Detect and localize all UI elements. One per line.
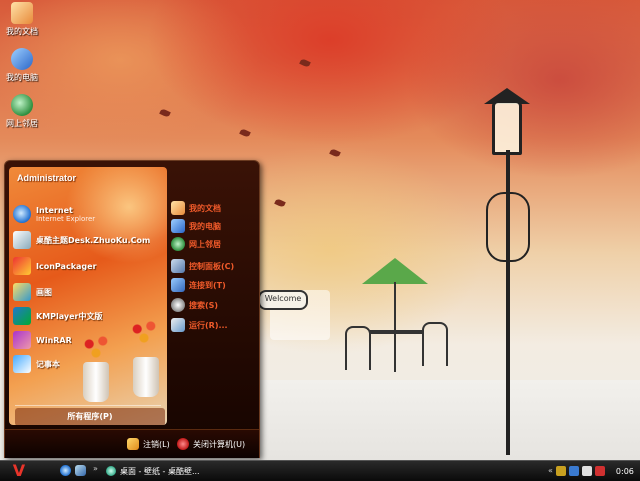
menu-item-label: KMPlayer中文版 — [36, 311, 103, 321]
wallpaper-lamp-head — [492, 100, 522, 155]
wallpaper-lamp-pole — [506, 150, 510, 455]
taskbar: V » 桌面 - 壁纸 - 桌酷壁... « 0:06 — [0, 460, 640, 481]
wallpaper-chair-left — [345, 326, 371, 370]
place-label: 我的电脑 — [189, 221, 221, 231]
menu-item-label: Internet — [36, 205, 73, 215]
place-search[interactable]: 搜索(S) — [171, 296, 255, 314]
start-menu: Administrator Internet Internet Explorer… — [4, 160, 260, 458]
system-tray: « 0:06 — [548, 463, 638, 479]
user-name: Administrator — [17, 173, 77, 183]
wallpaper-leaf — [329, 148, 341, 158]
notepad-icon — [13, 355, 31, 373]
menu-item-winrar[interactable]: WinRAR — [13, 329, 163, 351]
place-label: 我的文档 — [189, 203, 221, 213]
my-computer-icon — [171, 219, 185, 233]
tray-volume-icon[interactable] — [581, 466, 592, 476]
desktop-icon-my-computer[interactable]: 我的电脑 — [2, 48, 42, 83]
run-icon — [171, 318, 185, 332]
desktop-icon-label: 我的文档 — [6, 27, 38, 36]
menu-item-label: 记事本 — [36, 359, 60, 369]
wallpaper-leaf — [159, 108, 171, 118]
place-label: 连接到(T) — [189, 280, 226, 290]
menu-separator — [15, 405, 161, 406]
shut-down-button[interactable]: 关闭计算机(U) — [177, 436, 245, 452]
wallpaper-ground — [250, 380, 640, 460]
wallpaper-umbrella — [362, 258, 428, 284]
network-icon — [171, 237, 185, 251]
menu-item-paint[interactable]: 画图 — [13, 281, 163, 303]
tray-security-icon[interactable] — [594, 466, 605, 476]
place-network[interactable]: 网上邻居 — [171, 235, 255, 253]
connect-icon — [171, 278, 185, 292]
place-label: 控制面板(C) — [189, 261, 235, 271]
place-label: 运行(R)... — [189, 320, 228, 330]
taskbar-window-label: 桌面 - 壁纸 - 桌酷壁... — [120, 466, 200, 476]
start-menu-left-pane: Administrator Internet Internet Explorer… — [9, 167, 167, 425]
place-label: 搜索(S) — [189, 300, 219, 310]
shut-down-label: 关闭计算机(U) — [193, 439, 246, 449]
taskbar-window-button[interactable]: 桌面 - 壁纸 - 桌酷壁... — [106, 463, 216, 479]
place-control-panel[interactable]: 控制面板(C) — [171, 257, 255, 275]
tray-network-icon[interactable] — [568, 466, 579, 476]
iconpackager-icon — [13, 257, 31, 275]
theme-icon — [13, 231, 31, 249]
menu-item-internet[interactable]: Internet Internet Explorer — [13, 203, 163, 225]
menu-item-label: WinRAR — [36, 335, 72, 345]
menu-item-iconpackager[interactable]: IconPackager — [13, 255, 163, 277]
desktop-icon-label: 我的电脑 — [6, 73, 38, 82]
wallpaper-leaf — [239, 128, 251, 138]
tray-app-icon[interactable] — [555, 466, 566, 476]
menu-item-zhuoku-theme[interactable]: 桌酷主题Desk.ZhuoKu.Com — [13, 229, 163, 251]
desktop-icon-my-documents[interactable]: 我的文档 — [2, 2, 42, 37]
power-icon — [177, 438, 189, 450]
quick-launch-desktop-icon[interactable] — [75, 465, 86, 476]
place-connect-to[interactable]: 连接到(T) — [171, 276, 255, 294]
control-panel-icon — [171, 259, 185, 273]
menu-item-label: IconPackager — [36, 261, 97, 271]
menu-item-notepad[interactable]: 记事本 — [13, 353, 163, 375]
internet-explorer-icon — [13, 205, 31, 223]
menu-item-kmplayer[interactable]: KMPlayer中文版 — [13, 305, 163, 327]
menu-item-label: 画图 — [36, 287, 52, 297]
paint-icon — [13, 283, 31, 301]
place-run[interactable]: 运行(R)... — [171, 316, 255, 334]
desktop-icon-label: 网上邻居 — [6, 119, 38, 128]
place-my-computer[interactable]: 我的电脑 — [171, 217, 255, 235]
tray-expand-chevron-icon[interactable]: « — [548, 466, 553, 476]
place-label: 网上邻居 — [189, 239, 221, 249]
my-documents-icon — [11, 2, 33, 24]
search-icon — [171, 298, 185, 312]
all-programs-button[interactable]: 所有程序(P) — [15, 408, 165, 425]
start-menu-footer: 注销(L) 关闭计算机(U) — [5, 429, 259, 458]
network-icon — [11, 94, 33, 116]
winrar-icon — [13, 331, 31, 349]
quick-launch-ie-icon[interactable] — [60, 465, 71, 476]
wallpaper-umbrella-pole — [394, 282, 396, 372]
place-my-documents[interactable]: 我的文档 — [171, 199, 255, 217]
tray-clock[interactable]: 0:06 — [616, 467, 634, 476]
start-button[interactable]: V — [6, 462, 32, 480]
wallpaper-leaf — [274, 198, 286, 208]
wallpaper-leaf — [299, 58, 311, 68]
my-computer-icon — [11, 48, 33, 70]
wallpaper-chair-right — [422, 322, 448, 366]
browser-icon — [106, 466, 116, 476]
menu-item-sublabel: Internet Explorer — [36, 214, 96, 223]
log-off-button[interactable]: 注销(L) — [127, 436, 170, 452]
wallpaper-welcome-sign: Welcome — [258, 290, 308, 310]
menu-item-label: 桌酷主题Desk.ZhuoKu.Com — [36, 235, 151, 245]
my-documents-icon — [171, 201, 185, 215]
desktop-icon-network[interactable]: 网上邻居 — [2, 94, 42, 129]
wallpaper-table — [370, 330, 422, 334]
log-off-label: 注销(L) — [143, 439, 170, 449]
kmplayer-icon — [13, 307, 31, 325]
quick-launch-more-chevron-icon[interactable]: » — [93, 464, 98, 473]
log-off-icon — [127, 438, 139, 450]
